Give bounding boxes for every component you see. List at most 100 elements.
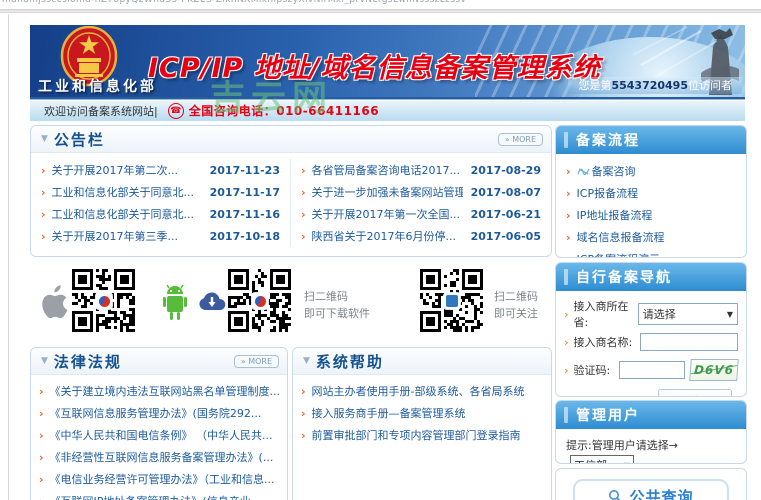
- arrow-bullet-icon: ›: [301, 429, 306, 442]
- visitor-prefix: 您是第: [578, 79, 611, 92]
- admin-panel: 管理用户 提示:管理用户请选择→工信部▼ 然后点击→ |进入|: [555, 400, 747, 464]
- help-link[interactable]: 前置审批部门和专项内容管理部门登录指南: [312, 427, 521, 443]
- announcement-link[interactable]: 关于开展2017年第一次全国...: [312, 206, 460, 222]
- announcement-col-right: ›各省管局备案咨询电话2017...2017-08-29 ›关于进一步加强未备案…: [290, 159, 551, 247]
- help-panel: ▼ 系统帮助 › 网站主办者使用手册-部级系统、各省局系统 › 接入服务商手册—备案…: [292, 347, 552, 500]
- laws-panel: ▼ 法律法规 » MORE ›《关于建立境内违法互联网站黑名单管理制度... ›…: [30, 347, 288, 500]
- law-row: › 《互联网信息服务管理办法》(国务院292...: [31, 402, 287, 424]
- visitor-counter: 您是第5543720495位访问者: [568, 77, 742, 94]
- announcement-row: ›关于开展2017年第三季...2017-10-18: [31, 225, 290, 247]
- qr-code-follow: [420, 269, 484, 333]
- announcement-row: ›关于开展2017年第二次...2017-11-23: [31, 159, 290, 181]
- process-row: › 备案咨询: [556, 161, 746, 181]
- process-title: 备案流程: [576, 130, 640, 150]
- announcement-link[interactable]: 工业和信息化部关于同意北...: [52, 184, 195, 200]
- app-logo-icon: [252, 293, 268, 309]
- qr-code-ios-download: [72, 269, 136, 333]
- isp-name-label: 接入商名称:: [574, 334, 633, 350]
- ministry-name: 工业和信息化部: [38, 76, 157, 96]
- law-link[interactable]: 《互联网信息服务管理办法》(国务院292...: [50, 405, 262, 421]
- announcement-link[interactable]: 各省管局备案咨询电话2017...: [312, 162, 460, 178]
- visitor-suffix: 位访问者: [688, 79, 732, 92]
- left-edge-line: [8, 14, 9, 500]
- chevron-down-icon: ▼: [727, 310, 733, 319]
- enter-button[interactable]: › 进入: [658, 389, 732, 397]
- help-title: 系统帮助: [316, 351, 384, 372]
- admin-selected-value: 工信部: [574, 456, 607, 465]
- announcement-date: 2017-06-21: [463, 208, 541, 221]
- cloud-download-icon: [198, 292, 226, 312]
- welcome-text: 欢迎访问备案系统网站|: [44, 103, 158, 119]
- enter-button-label: 进入: [688, 393, 710, 398]
- qr-download-caption: 扫二维码 即可下载软件: [304, 288, 370, 322]
- new-icon: [577, 166, 590, 177]
- help-row: › 接入服务商手册—备案管理系统: [293, 402, 551, 424]
- admin-select[interactable]: 工信部▼: [570, 455, 634, 464]
- arrow-bullet-icon: ›: [301, 407, 306, 420]
- triangle-icon: ▼: [41, 134, 48, 144]
- qr-follow-caption: 扫二维码 即可关注: [494, 288, 538, 322]
- qr-code-android-download: [228, 269, 292, 333]
- process-link[interactable]: ICP报备流程: [577, 185, 639, 201]
- arrow-bullet-icon: ›: [301, 208, 306, 221]
- laws-more-button[interactable]: » MORE: [234, 355, 279, 368]
- announcement-row: ›陕西省关于2017年6月份停...2017-06-05: [291, 225, 551, 247]
- isp-name-row: › 接入商名称:: [556, 329, 746, 355]
- announcement-link[interactable]: 关于开展2017年第三季...: [52, 228, 178, 244]
- triangle-icon: ▼: [41, 356, 48, 366]
- site-title: ICP/IP 地址/域名信息备案管理系统: [148, 46, 601, 85]
- arrow-bullet-icon: ›: [564, 336, 569, 349]
- announcement-row: ›工业和信息化部关于同意北...2017-11-17: [31, 181, 290, 203]
- public-query-button[interactable]: 公共查询: [573, 479, 729, 500]
- arrow-bullet-icon: ›: [301, 385, 306, 398]
- arrow-bullet-icon: ›: [301, 186, 306, 199]
- province-select[interactable]: 请选择 ▼: [638, 303, 738, 325]
- law-link[interactable]: 《中华人民共和国电信条例》 （中华人民共...: [50, 427, 273, 443]
- help-row: › 前置审批部门和专项内容管理部门登录指南: [293, 424, 551, 446]
- announcement-link[interactable]: 陕西省关于2017年6月份停...: [312, 228, 456, 244]
- arrow-bullet-icon: ›: [39, 451, 44, 464]
- apple-icon: [35, 281, 71, 323]
- process-link[interactable]: ICP备案流程演示: [577, 251, 661, 258]
- province-selected-value: 请选择: [643, 306, 676, 322]
- header-banner: 工业和信息化部 ICP/IP 地址/域名信息备案管理系统 您是第55437204…: [30, 25, 745, 99]
- law-row: ›《互联网IP地址备案管理办法》(信息产业...: [31, 490, 287, 500]
- announcement-date: 2017-10-18: [202, 230, 280, 243]
- phone-icon: ☎: [168, 103, 184, 119]
- captcha-row: › 验证码: D6V6: [556, 357, 746, 383]
- process-row: ›域名信息报备流程: [556, 227, 746, 247]
- captcha-input[interactable]: [619, 361, 685, 379]
- announcement-more-button[interactable]: » MORE: [498, 133, 543, 146]
- help-link[interactable]: 接入服务商手册—备案管理系统: [312, 405, 466, 421]
- arrow-bullet-icon: ›: [566, 209, 571, 222]
- arrow-bullet-icon: ›: [564, 364, 569, 377]
- process-link[interactable]: IP地址报备流程: [577, 207, 653, 223]
- announcement-link[interactable]: 关于进一步加强未备案网站管理...: [312, 184, 463, 200]
- law-link[interactable]: 《关于建立境内违法互联网站黑名单管理制度...: [50, 383, 279, 399]
- law-link[interactable]: 《互联网IP地址备案管理办法》(信息产业...: [50, 493, 262, 500]
- announcement-title: 公告栏: [54, 129, 105, 150]
- self-nav-header: 自行备案导航: [556, 263, 746, 291]
- help-link[interactable]: 网站主办者使用手册-部级系统、各省局系统: [312, 383, 525, 399]
- help-header: ▼ 系统帮助: [293, 348, 551, 375]
- header-accent-bar: [564, 132, 568, 148]
- search-icon: [608, 489, 623, 500]
- announcement-header: ▼ 公告栏 » MORE: [31, 126, 551, 153]
- process-link[interactable]: 备案咨询: [592, 163, 636, 179]
- process-row: › IP地址报备流程: [556, 205, 746, 225]
- arrow-bullet-icon: ›: [41, 208, 46, 221]
- announcement-date: 2017-11-16: [202, 208, 280, 221]
- law-link[interactable]: 《非经营性互联网信息服务备案管理办法》(...: [50, 449, 274, 465]
- public-query-label: 公共查询: [629, 486, 693, 500]
- arrow-bullet-icon: ›: [39, 407, 44, 420]
- isp-name-input[interactable]: [640, 333, 738, 351]
- announcement-link[interactable]: 工业和信息化部关于同意北...: [52, 206, 195, 222]
- announcement-date: 2017-06-05: [463, 230, 541, 243]
- process-link[interactable]: 域名信息报备流程: [577, 229, 665, 245]
- arrow-bullet-icon: ›: [566, 187, 571, 200]
- announcement-link[interactable]: 关于开展2017年第二次...: [52, 162, 178, 178]
- law-row: ›《电信业务经营许可管理办法》（工业和信息...: [31, 468, 287, 490]
- header-accent-bar: [564, 407, 568, 423]
- law-link[interactable]: 《电信业务经营许可管理办法》（工业和信息...: [50, 471, 275, 487]
- browser-address-text: mandinjssccsionid-hZ7opyQzWhdS3-PKZES-Zi…: [2, 0, 466, 5]
